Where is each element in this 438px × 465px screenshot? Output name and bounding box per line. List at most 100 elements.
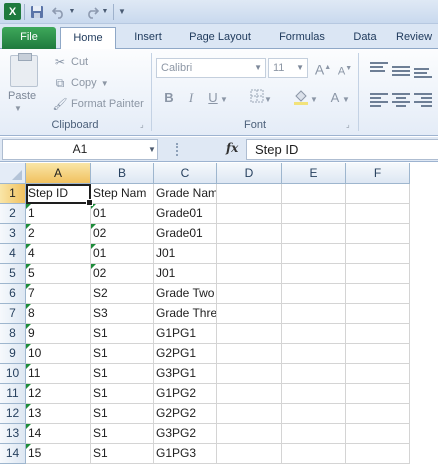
cell-a5[interactable]: 5 xyxy=(26,264,91,284)
cell-e5[interactable] xyxy=(282,264,346,284)
row-header-2[interactable]: 2 xyxy=(0,204,26,224)
column-header-e[interactable]: E xyxy=(282,163,346,184)
cell-f10[interactable] xyxy=(346,364,410,384)
cell-a7[interactable]: 8 xyxy=(26,304,91,324)
cell-d3[interactable] xyxy=(217,224,282,244)
row-header-14[interactable]: 14 xyxy=(0,444,26,464)
cell-f6[interactable] xyxy=(346,284,410,304)
cell-a2[interactable]: 1 xyxy=(26,204,91,224)
cell-b5[interactable]: 02 xyxy=(91,264,154,284)
row-header-5[interactable]: 5 xyxy=(0,264,26,284)
column-header-b[interactable]: B xyxy=(91,163,154,184)
cell-d12[interactable] xyxy=(217,404,282,424)
cell-d4[interactable] xyxy=(217,244,282,264)
row-header-1[interactable]: 1 xyxy=(0,184,26,204)
cell-c3[interactable]: Grade01 xyxy=(154,224,217,244)
cell-b1[interactable]: Step Nam xyxy=(91,184,154,204)
undo-icon[interactable] xyxy=(51,3,67,20)
cell-a1[interactable]: Step ID xyxy=(26,184,91,204)
cell-c14[interactable]: G1PG3 xyxy=(154,444,217,464)
excel-logo-icon[interactable]: X xyxy=(4,3,21,20)
cell-c2[interactable]: Grade01 xyxy=(154,204,217,224)
bold-button[interactable]: B xyxy=(160,89,178,107)
cell-b2[interactable]: 01 xyxy=(91,204,154,224)
column-header-d[interactable]: D xyxy=(217,163,282,184)
cell-d6[interactable] xyxy=(217,284,282,304)
formula-bar-grip[interactable] xyxy=(176,143,180,156)
name-box[interactable]: A1 xyxy=(2,139,158,160)
cell-b3[interactable]: 02 xyxy=(91,224,154,244)
cell-f11[interactable] xyxy=(346,384,410,404)
borders-dropdown-icon[interactable]: ▼ xyxy=(264,91,272,109)
cell-b12[interactable]: S1 xyxy=(91,404,154,424)
cell-c7[interactable]: Grade Three xyxy=(154,304,217,324)
cell-b11[interactable]: S1 xyxy=(91,384,154,404)
cell-a13[interactable]: 14 xyxy=(26,424,91,444)
cell-c4[interactable]: J01 xyxy=(154,244,217,264)
cell-e8[interactable] xyxy=(282,324,346,344)
cell-e7[interactable] xyxy=(282,304,346,324)
tab-insert[interactable]: Insert xyxy=(124,27,172,49)
tab-home[interactable]: Home xyxy=(60,27,116,49)
paste-dropdown-icon[interactable]: ▼ xyxy=(14,104,22,113)
clipboard-launcher-icon[interactable]: ⌟ xyxy=(140,120,144,129)
cell-c13[interactable]: G3PG2 xyxy=(154,424,217,444)
cell-b10[interactable]: S1 xyxy=(91,364,154,384)
cell-b7[interactable]: S3 xyxy=(91,304,154,324)
cell-e2[interactable] xyxy=(282,204,346,224)
cell-b6[interactable]: S2 xyxy=(91,284,154,304)
cell-a12[interactable]: 13 xyxy=(26,404,91,424)
row-header-10[interactable]: 10 xyxy=(0,364,26,384)
cell-f13[interactable] xyxy=(346,424,410,444)
row-header-4[interactable]: 4 xyxy=(0,244,26,264)
cell-e11[interactable] xyxy=(282,384,346,404)
cell-a9[interactable]: 10 xyxy=(26,344,91,364)
cell-d8[interactable] xyxy=(217,324,282,344)
copy-button[interactable]: ⧉ Copy ▼ xyxy=(52,75,109,91)
cell-b8[interactable]: S1 xyxy=(91,324,154,344)
cell-c9[interactable]: G2PG1 xyxy=(154,344,217,364)
cell-d5[interactable] xyxy=(217,264,282,284)
column-header-a[interactable]: A xyxy=(26,163,91,184)
row-header-8[interactable]: 8 xyxy=(0,324,26,344)
cell-c5[interactable]: J01 xyxy=(154,264,217,284)
format-painter-button[interactable]: 🖌 Format Painter xyxy=(52,96,143,112)
row-header-6[interactable]: 6 xyxy=(0,284,26,304)
align-middle-icon[interactable] xyxy=(392,66,410,80)
cell-e14[interactable] xyxy=(282,444,346,464)
cell-a6[interactable]: 7 xyxy=(26,284,91,304)
worksheet-grid[interactable]: ABCDEF1Step IDStep NamGrade Name2101Grad… xyxy=(0,163,438,465)
cell-b13[interactable]: S1 xyxy=(91,424,154,444)
align-bottom-icon[interactable] xyxy=(414,68,432,82)
cell-f5[interactable] xyxy=(346,264,410,284)
italic-button[interactable]: I xyxy=(182,89,200,107)
cell-a11[interactable]: 12 xyxy=(26,384,91,404)
customize-qat-icon[interactable]: ▼ xyxy=(117,3,127,20)
font-size-select[interactable]: 11 ▼ xyxy=(268,58,308,78)
fill-color-dropdown-icon[interactable]: ▼ xyxy=(310,91,318,109)
cell-a8[interactable]: 9 xyxy=(26,324,91,344)
cell-a10[interactable]: 11 xyxy=(26,364,91,384)
align-left-icon[interactable] xyxy=(370,93,388,107)
select-all-button[interactable] xyxy=(0,163,26,184)
cell-c8[interactable]: G1PG1 xyxy=(154,324,217,344)
cell-e10[interactable] xyxy=(282,364,346,384)
cell-f14[interactable] xyxy=(346,444,410,464)
cell-b9[interactable]: S1 xyxy=(91,344,154,364)
tab-data[interactable]: Data xyxy=(344,27,386,49)
row-header-3[interactable]: 3 xyxy=(0,224,26,244)
row-header-12[interactable]: 12 xyxy=(0,404,26,424)
row-header-11[interactable]: 11 xyxy=(0,384,26,404)
copy-dropdown-icon[interactable]: ▼ xyxy=(101,79,109,88)
cell-c12[interactable]: G2PG2 xyxy=(154,404,217,424)
cell-f4[interactable] xyxy=(346,244,410,264)
cell-f7[interactable] xyxy=(346,304,410,324)
cell-f8[interactable] xyxy=(346,324,410,344)
font-color-dropdown-icon[interactable]: ▼ xyxy=(342,91,350,109)
cell-a4[interactable]: 4 xyxy=(26,244,91,264)
tab-file[interactable]: File xyxy=(2,27,56,49)
cell-c1[interactable]: Grade Name xyxy=(154,184,217,204)
cell-e4[interactable] xyxy=(282,244,346,264)
cell-c6[interactable]: Grade Two xyxy=(154,284,217,304)
cell-d2[interactable] xyxy=(217,204,282,224)
